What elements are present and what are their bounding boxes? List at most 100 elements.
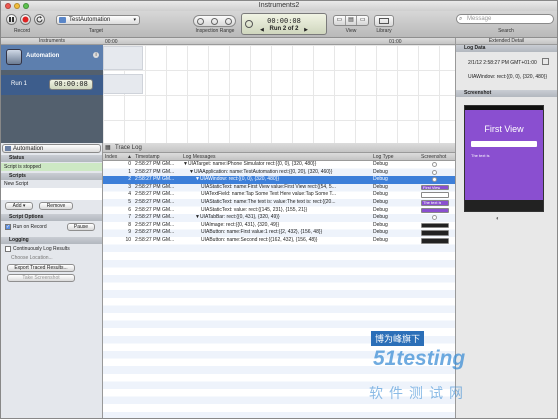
previous-run-button[interactable]: ◀: [260, 27, 264, 33]
script-options-section[interactable]: Script Options: [1, 214, 102, 221]
track-timeline[interactable]: 00:00 01:00: [103, 38, 455, 143]
log-type-cell: Debug: [373, 221, 388, 228]
pause-script-button[interactable]: Pause: [67, 223, 95, 231]
column-header-screenshot[interactable]: Screenshot: [421, 154, 446, 160]
target-select-value: TestAutomation: [69, 17, 111, 23]
instruments-pane: Instruments Automation i Run 1 00:00:08: [1, 38, 103, 143]
log-type-cell: Debug: [373, 237, 388, 243]
screenshot-thumbnail[interactable]: [421, 215, 449, 221]
table-row[interactable]: 6 2:58:27 PM GM... UIAStaticText: value: r…: [103, 207, 455, 215]
view-detail-toggle[interactable]: ▤: [346, 16, 358, 25]
add-script-button[interactable]: Add ▾: [5, 202, 33, 210]
target-label: Target: [89, 28, 103, 34]
clock-icon: [245, 20, 253, 28]
screenshot-thumbnail[interactable]: [421, 230, 449, 236]
info-icon[interactable]: i: [93, 52, 99, 58]
screenshot-thumbnail[interactable]: [421, 192, 449, 198]
timestamp-cell: 2:58:27 PM GM...: [135, 191, 175, 198]
next-run-button[interactable]: ▶: [304, 27, 308, 33]
timestamp-cell: 2:58:27 PM GM...: [135, 237, 175, 243]
instrument-select[interactable]: Automation: [2, 144, 101, 153]
script-name[interactable]: New Script: [4, 181, 28, 187]
log-data-section[interactable]: Log Data: [456, 45, 557, 52]
run-time-value: 00:00:08: [267, 17, 301, 25]
table-row[interactable]: 8 2:58:27 PM GM... UIAImage: rect:{{0, 431…: [103, 222, 455, 230]
take-screenshot-button[interactable]: Take Screenshot: [7, 274, 75, 282]
trace-log-label[interactable]: Trace Log: [115, 145, 142, 151]
record-label: Record: [13, 28, 31, 34]
choose-location-button[interactable]: Choose Location...: [11, 255, 53, 261]
range-end-icon[interactable]: [224, 17, 232, 25]
table-row[interactable]: 9 2:58:27 PM GM... UIAButton: name:First v…: [103, 229, 455, 237]
window-controls: [5, 3, 29, 9]
table-row[interactable]: 1 2:58:27 PM GM... ▼UIAApplication: name:T…: [103, 169, 455, 177]
library-icon: [379, 18, 389, 24]
screenshot-thumbnail[interactable]: The text is: [421, 200, 449, 206]
screenshot-thumbnail[interactable]: [421, 177, 449, 183]
script-list[interactable]: [1, 188, 102, 200]
table-row[interactable]: 0 2:58:27 PM GM... ▼UIATarget: name:iPhone…: [103, 161, 455, 169]
run-counter: Run 2 of 2: [269, 26, 299, 32]
message-cell: UIATextField: name:Tap Some Text Here va…: [201, 191, 337, 198]
screenshot-thumbnail[interactable]: [421, 238, 449, 244]
close-window-button[interactable]: [5, 3, 11, 9]
screenshot-thumbnail[interactable]: [421, 162, 449, 168]
range-clear-icon[interactable]: [210, 17, 218, 25]
minimize-window-button[interactable]: [14, 3, 20, 9]
column-header-timestamp[interactable]: Timestamp: [135, 154, 160, 160]
table-row[interactable]: 10 2:58:27 PM GM... UIAButton: name:Second…: [103, 237, 455, 245]
export-traced-results-button[interactable]: Export Traced Results...: [7, 264, 75, 272]
column-header-index[interactable]: Index: [105, 154, 117, 160]
trace-log-table[interactable]: Index ▲ Timestamp Log Messages Log Type …: [103, 153, 455, 418]
automation-instrument-row[interactable]: Automation i: [1, 45, 103, 70]
back-icon[interactable]: ▦: [105, 144, 111, 151]
message-cell: ▼UIAWindow: rect:{{0, 0}, {320, 480}}: [195, 176, 279, 183]
copy-icon[interactable]: [542, 58, 549, 65]
log-type-cell: Debug: [373, 206, 388, 213]
view-extended-toggle[interactable]: ▭: [357, 16, 368, 25]
run-on-record-checkbox[interactable]: ✓: [5, 224, 11, 230]
search-field[interactable]: ⌕ Message: [456, 14, 554, 24]
log-type-cell: Debug: [373, 161, 388, 167]
instruments-window: Instruments2 Record TestAutomation ▾ Tar…: [0, 0, 558, 419]
scripts-section[interactable]: Scripts: [1, 173, 102, 180]
range-start-icon[interactable]: [197, 17, 205, 25]
continuous-log-checkbox[interactable]: [5, 246, 11, 252]
table-row[interactable]: 5 2:58:27 PM GM... UIAStaticText: name:The…: [103, 199, 455, 207]
screenshot-thumbnail[interactable]: [421, 207, 449, 214]
message-cell: UIAButton: name:First value:1 rect:{{2, …: [201, 229, 323, 236]
screenshot-thumbnail[interactable]: First View: [421, 184, 449, 191]
remove-script-button[interactable]: Remove: [39, 202, 73, 210]
column-header-log-type[interactable]: Log Type: [373, 154, 393, 160]
run-1-time: 00:00:08: [49, 79, 93, 90]
table-row[interactable]: 3 2:58:27 PM GM... UIAStaticText: name:Fir…: [103, 184, 455, 192]
record-button[interactable]: [20, 14, 31, 25]
index-cell: 1: [128, 168, 131, 175]
pause-button[interactable]: [6, 14, 17, 25]
pause-icon: [9, 17, 14, 22]
column-header-log-messages[interactable]: Log Messages: [183, 154, 216, 160]
view-instruments-toggle[interactable]: ▭: [334, 16, 346, 25]
run-on-record-label: Run on Record: [13, 224, 47, 230]
restart-button[interactable]: [34, 14, 45, 25]
table-row[interactable]: 7 2:58:27 PM GM... ▼UIATabBar: rect:{{0, 4…: [103, 214, 455, 222]
run-timer-display: 00:00:08 Run 2 of 2 ◀ ▶: [241, 13, 327, 35]
table-row[interactable]: 4 2:58:27 PM GM... UIATextField: name:Tap …: [103, 191, 455, 199]
screenshot-section[interactable]: Screenshot: [456, 90, 557, 97]
library-button[interactable]: [374, 15, 394, 27]
view-segmented-control[interactable]: ▭ ▤ ▭: [333, 15, 369, 26]
status-section[interactable]: Status: [1, 155, 102, 162]
zoom-window-button[interactable]: [23, 3, 29, 9]
phone-text-field: [471, 141, 537, 147]
screenshot-zoom-control[interactable]: ◐: [496, 216, 500, 222]
timestamp-cell: 2:58:27 PM GM...: [135, 229, 175, 236]
target-select[interactable]: TestAutomation ▾: [56, 15, 140, 25]
screenshot-thumbnail[interactable]: [421, 169, 449, 176]
screenshot-thumbnail[interactable]: [421, 222, 449, 229]
inspection-range-control[interactable]: [193, 15, 236, 27]
logging-section[interactable]: Logging: [1, 237, 102, 244]
table-row[interactable]: 2 2:58:27 PM GM... ▼UIAWindow: rect:{{0, 0…: [103, 176, 455, 184]
view-label: View: [345, 28, 357, 34]
run-row[interactable]: Run 1 00:00:08: [1, 75, 103, 95]
index-cell: 10: [125, 237, 131, 243]
